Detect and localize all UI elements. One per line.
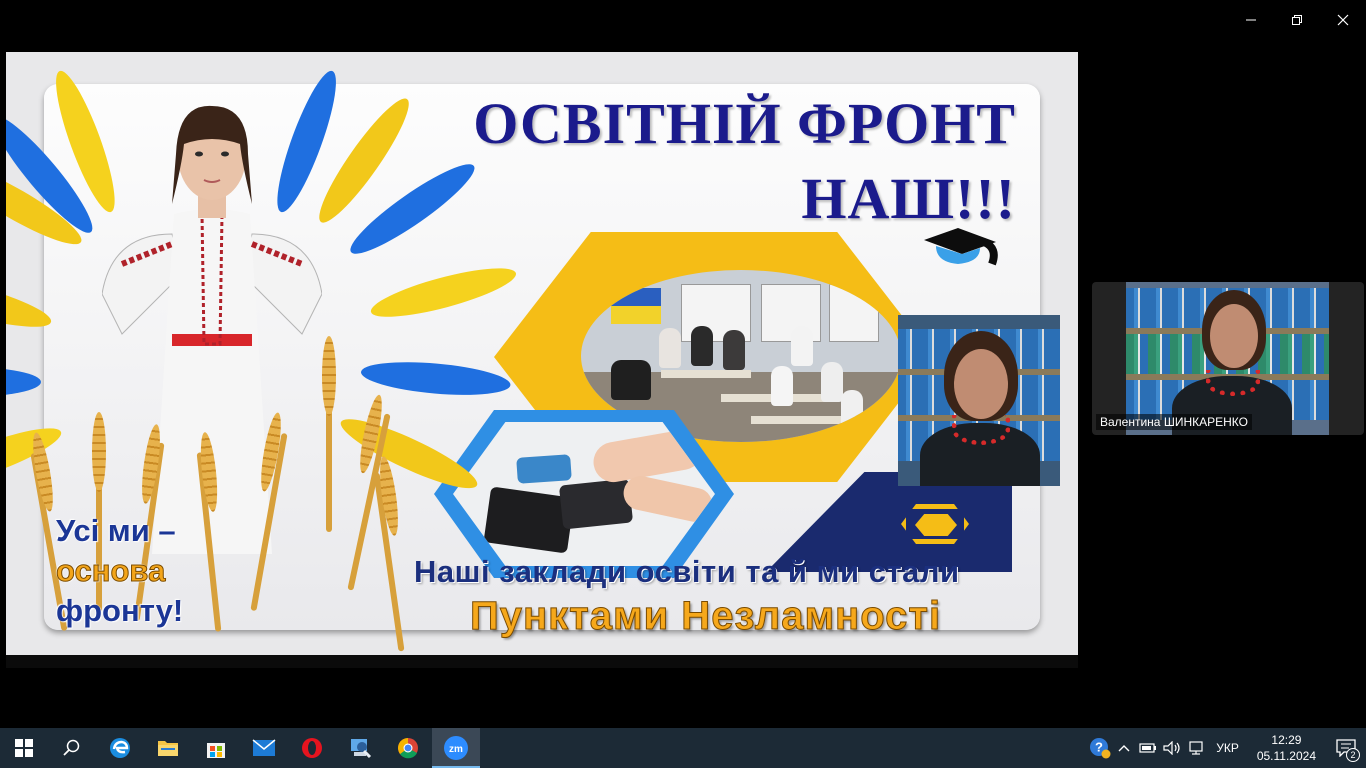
participant-video xyxy=(1126,282,1329,435)
window-controls xyxy=(1228,0,1366,40)
windows-start-icon[interactable] xyxy=(0,728,48,768)
system-clock[interactable]: 12:29 05.11.2024 xyxy=(1247,732,1326,764)
chrome-icon[interactable] xyxy=(384,728,432,768)
notification-count: 2 xyxy=(1346,748,1360,762)
opera-icon[interactable] xyxy=(288,728,336,768)
svg-text:?: ? xyxy=(1095,740,1103,755)
speaker-necklace xyxy=(952,415,1010,445)
close-icon[interactable] xyxy=(1320,0,1366,40)
mail-icon[interactable] xyxy=(240,728,288,768)
svg-text:zm: zm xyxy=(449,744,463,755)
person xyxy=(821,362,843,402)
participant-name: Валентина ШИНКАРЕНКО xyxy=(1096,414,1252,430)
slogan-line1: Усі ми – xyxy=(56,513,176,548)
tablet xyxy=(516,454,572,484)
speaker-video-overlay[interactable] xyxy=(898,315,1060,486)
person xyxy=(841,390,863,430)
system-tray: ? УКР 12:29 05.11.2024 2 xyxy=(1088,728,1366,768)
person xyxy=(791,326,813,366)
shared-screen-border xyxy=(6,655,1078,668)
search-icon[interactable] xyxy=(48,728,96,768)
volume-icon[interactable] xyxy=(1160,728,1184,768)
wheat-ear xyxy=(322,336,336,416)
slide-title-line2: НАШ!!! xyxy=(801,166,1016,231)
speaker-face xyxy=(954,349,1008,419)
whiteboard xyxy=(829,284,879,342)
zoom-icon[interactable]: zm xyxy=(432,728,480,768)
battery-icon[interactable] xyxy=(1136,728,1160,768)
person xyxy=(611,360,651,400)
tablets-photo xyxy=(453,422,715,566)
chevron-up-icon[interactable] xyxy=(1112,728,1136,768)
slogan-line3: фронту! xyxy=(56,593,184,628)
wheat-ear xyxy=(92,412,106,492)
participant-necklace xyxy=(1206,370,1260,396)
person xyxy=(723,330,745,370)
flag-icon xyxy=(611,288,661,324)
windows-taskbar: zm ? УКР 12:29 05.11.2024 2 xyxy=(0,728,1366,768)
minimize-icon[interactable] xyxy=(1228,0,1274,40)
microsoft-store-icon[interactable] xyxy=(192,728,240,768)
graduation-cap-icon xyxy=(924,228,998,266)
slogan-line2: основа xyxy=(55,553,166,589)
person xyxy=(659,328,681,368)
slide-bottom-line2: Пунктами Незламності xyxy=(469,594,942,639)
clock-date: 05.11.2024 xyxy=(1256,749,1316,763)
restore-icon[interactable] xyxy=(1274,0,1320,40)
input-language[interactable]: УКР xyxy=(1208,741,1247,755)
network-icon[interactable] xyxy=(1184,728,1208,768)
participant-face xyxy=(1210,304,1258,368)
file-explorer-icon[interactable] xyxy=(144,728,192,768)
help-icon[interactable]: ? xyxy=(1088,728,1112,768)
edge-icon[interactable] xyxy=(96,728,144,768)
clock-time: 12:29 xyxy=(1271,733,1302,747)
network-tool-icon[interactable] xyxy=(336,728,384,768)
zoom-window: ОСВІТНІЙ ФРОНТ НАШ!!! Усі ми – основа фр… xyxy=(0,0,1366,728)
notification-center-icon[interactable]: 2 xyxy=(1326,728,1366,768)
slide-title-line1: ОСВІТНІЙ ФРОНТ xyxy=(473,91,1016,156)
person xyxy=(771,366,793,406)
tablet xyxy=(558,478,634,530)
feather xyxy=(6,367,41,397)
desk xyxy=(661,370,751,378)
slide-bottom-line1: Наші заклади освіти та й ми стали xyxy=(414,554,960,589)
person xyxy=(691,326,713,366)
